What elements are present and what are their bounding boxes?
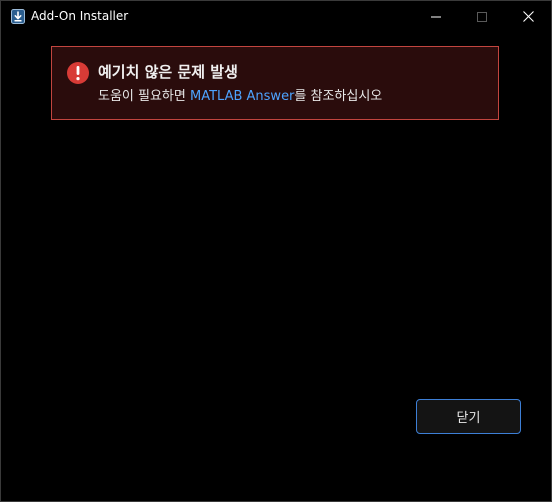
close-window-button[interactable] — [505, 1, 551, 32]
alert-message-prefix: 도움이 필요하면 — [98, 89, 190, 104]
window-title: Add-On Installer — [31, 9, 129, 23]
error-icon — [66, 61, 90, 85]
alert-message-suffix: 를 참조하십시오 — [294, 89, 383, 104]
add-on-installer-window: Add-On Installer 예기치 않은 문제 발생 도움이 필요하면 M… — [0, 0, 552, 502]
minimize-icon — [431, 7, 441, 26]
minimize-button[interactable] — [413, 1, 459, 32]
maximize-button[interactable] — [459, 1, 505, 32]
error-alert: 예기치 않은 문제 발생 도움이 필요하면 MATLAB Answer를 참조하… — [51, 46, 499, 120]
close-icon — [522, 7, 534, 26]
matlab-addon-installer-icon — [11, 9, 25, 24]
matlab-answer-link[interactable]: MATLAB Answer — [190, 89, 294, 104]
alert-title: 예기치 않은 문제 발생 — [98, 63, 238, 81]
title-bar[interactable]: Add-On Installer — [1, 1, 551, 32]
alert-message: 도움이 필요하면 MATLAB Answer를 참조하십시오 — [98, 88, 382, 106]
close-button[interactable]: 닫기 — [416, 399, 521, 434]
maximize-icon — [477, 7, 487, 26]
